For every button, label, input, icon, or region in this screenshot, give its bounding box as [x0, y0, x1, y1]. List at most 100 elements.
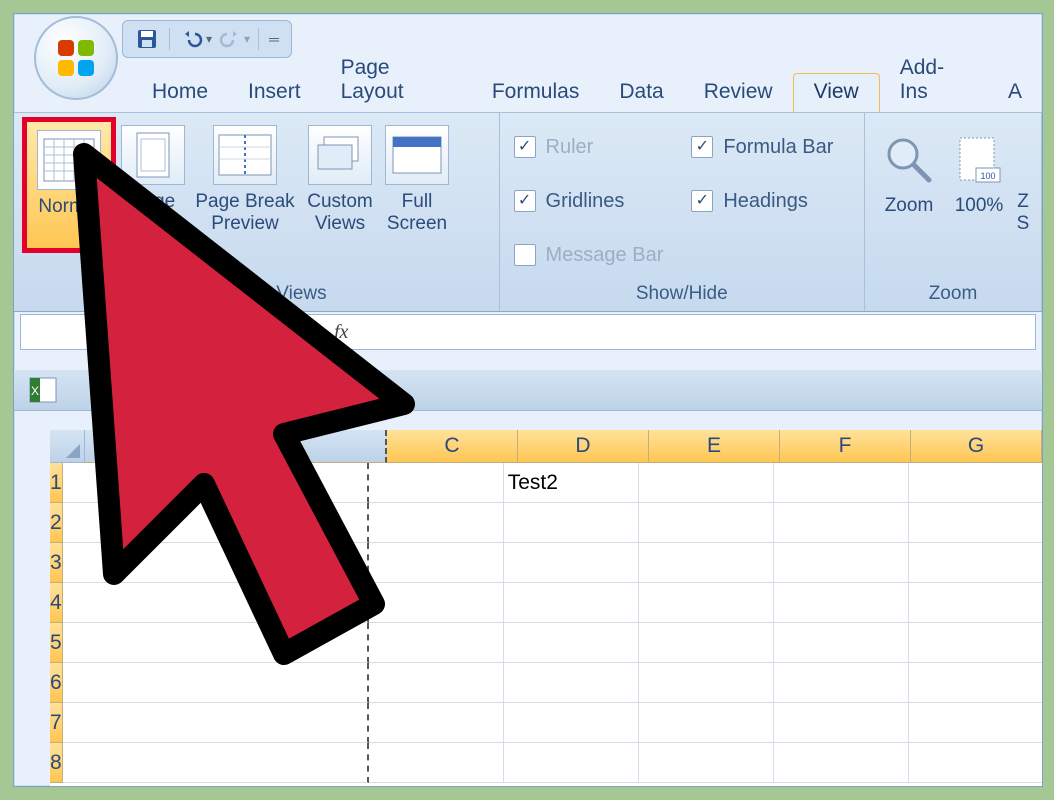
cell[interactable]	[774, 583, 909, 623]
cell[interactable]	[774, 663, 909, 703]
cell[interactable]	[774, 463, 909, 503]
cell[interactable]	[774, 623, 909, 663]
row-header[interactable]: 6	[50, 663, 63, 703]
cell[interactable]	[909, 743, 1043, 783]
row-header[interactable]: 7	[50, 703, 63, 743]
cell[interactable]	[504, 663, 639, 703]
cell[interactable]	[369, 623, 504, 663]
headings-checkbox[interactable]: ✓ Headings	[691, 181, 833, 221]
cell[interactable]	[639, 503, 774, 543]
full-screen-label: Full Screen	[387, 191, 447, 239]
tab-add-ins[interactable]: Add-Ins	[880, 50, 988, 112]
undo-icon	[181, 28, 203, 50]
tab-insert[interactable]: Insert	[228, 74, 321, 112]
normal-view-button[interactable]: Normal	[22, 117, 116, 253]
cell[interactable]	[63, 663, 369, 703]
page-layout-button[interactable]: Page Layout	[116, 119, 190, 239]
cell[interactable]	[774, 703, 909, 743]
column-header-hidden[interactable]	[85, 430, 387, 463]
cell[interactable]	[504, 703, 639, 743]
cell[interactable]	[369, 703, 504, 743]
cell[interactable]	[639, 463, 774, 503]
chevron-down-icon[interactable]: ▾	[206, 32, 212, 46]
column-header[interactable]: C	[387, 430, 518, 463]
cell[interactable]	[909, 583, 1043, 623]
redo-icon	[219, 28, 241, 50]
chevron-down-icon[interactable]: ▼	[271, 323, 287, 341]
column-header[interactable]: F	[780, 430, 911, 463]
row-header[interactable]: 1	[50, 463, 63, 503]
cell[interactable]	[63, 743, 369, 783]
cell[interactable]	[774, 543, 909, 583]
cell[interactable]	[369, 583, 504, 623]
customize-qat-icon[interactable]: ═	[269, 31, 279, 47]
cell[interactable]	[63, 543, 369, 583]
full-screen-button[interactable]: Full Screen	[380, 119, 454, 239]
row-header[interactable]: 8	[50, 743, 63, 783]
tab-data[interactable]: Data	[599, 74, 683, 112]
cell[interactable]	[639, 703, 774, 743]
cell[interactable]	[504, 623, 639, 663]
zoom-button[interactable]: Zoom	[873, 125, 945, 243]
tab-view[interactable]: View	[793, 73, 880, 112]
row-header[interactable]: 4	[50, 583, 63, 623]
cell[interactable]	[63, 583, 369, 623]
cell[interactable]	[909, 543, 1043, 583]
cell[interactable]	[909, 663, 1043, 703]
cell[interactable]	[909, 703, 1043, 743]
tab-page-layout[interactable]: Page Layout	[321, 50, 472, 112]
tab-truncated[interactable]: A	[988, 74, 1042, 112]
cell[interactable]	[63, 503, 369, 543]
tab-review[interactable]: Review	[684, 74, 793, 112]
column-header[interactable]: D	[518, 430, 649, 463]
group-label: Show/Hide	[508, 279, 856, 311]
cell[interactable]	[369, 743, 504, 783]
formula-bar-checkbox[interactable]: ✓ Formula Bar	[691, 127, 833, 167]
cell[interactable]	[504, 583, 639, 623]
zoom-100-button[interactable]: 100 100%	[945, 125, 1013, 243]
cell[interactable]	[63, 463, 369, 503]
ruler-checkbox: ✓ Ruler	[514, 127, 664, 167]
cell[interactable]: Test2	[504, 463, 639, 503]
cell[interactable]	[639, 623, 774, 663]
cell[interactable]	[369, 463, 504, 503]
cell[interactable]	[639, 743, 774, 783]
cell[interactable]	[774, 503, 909, 543]
column-header[interactable]: G	[911, 430, 1042, 463]
cell[interactable]	[63, 703, 369, 743]
zoom-selection-button[interactable]: Z S	[1013, 125, 1033, 239]
cell[interactable]	[639, 583, 774, 623]
tab-home[interactable]: Home	[132, 74, 228, 112]
gridlines-checkbox[interactable]: ✓ Gridlines	[514, 181, 664, 221]
quick-access-toolbar: ▾ ▾ ═	[122, 20, 292, 58]
cell[interactable]	[504, 503, 639, 543]
cell[interactable]	[504, 743, 639, 783]
redo-button[interactable]	[216, 26, 244, 52]
cell[interactable]	[774, 743, 909, 783]
tab-formulas[interactable]: Formulas	[472, 74, 600, 112]
name-box[interactable]: ▼	[21, 315, 296, 349]
page-break-preview-button[interactable]: Page Break Preview	[190, 119, 300, 239]
fx-icon[interactable]: fx	[334, 321, 348, 344]
row-header[interactable]: 2	[50, 503, 63, 543]
cell[interactable]	[909, 503, 1043, 543]
save-button[interactable]	[133, 26, 161, 52]
custom-views-button[interactable]: Custom Views	[300, 119, 380, 239]
row-header[interactable]: 3	[50, 543, 63, 583]
cell[interactable]	[369, 663, 504, 703]
select-all-corner[interactable]	[50, 430, 85, 463]
cell[interactable]	[63, 623, 369, 663]
cell[interactable]	[639, 543, 774, 583]
cell[interactable]	[369, 543, 504, 583]
column-header[interactable]: E	[649, 430, 780, 463]
cell[interactable]	[639, 663, 774, 703]
row-header[interactable]: 5	[50, 623, 63, 663]
cell[interactable]	[909, 463, 1043, 503]
undo-button[interactable]	[178, 26, 206, 52]
cell[interactable]	[504, 543, 639, 583]
spreadsheet: C D E F G 1 Test2 2345678	[50, 430, 1042, 786]
zoom-selection-label: Z S	[1013, 191, 1033, 239]
cell[interactable]	[909, 623, 1043, 663]
office-button[interactable]	[34, 16, 118, 100]
cell[interactable]	[369, 503, 504, 543]
